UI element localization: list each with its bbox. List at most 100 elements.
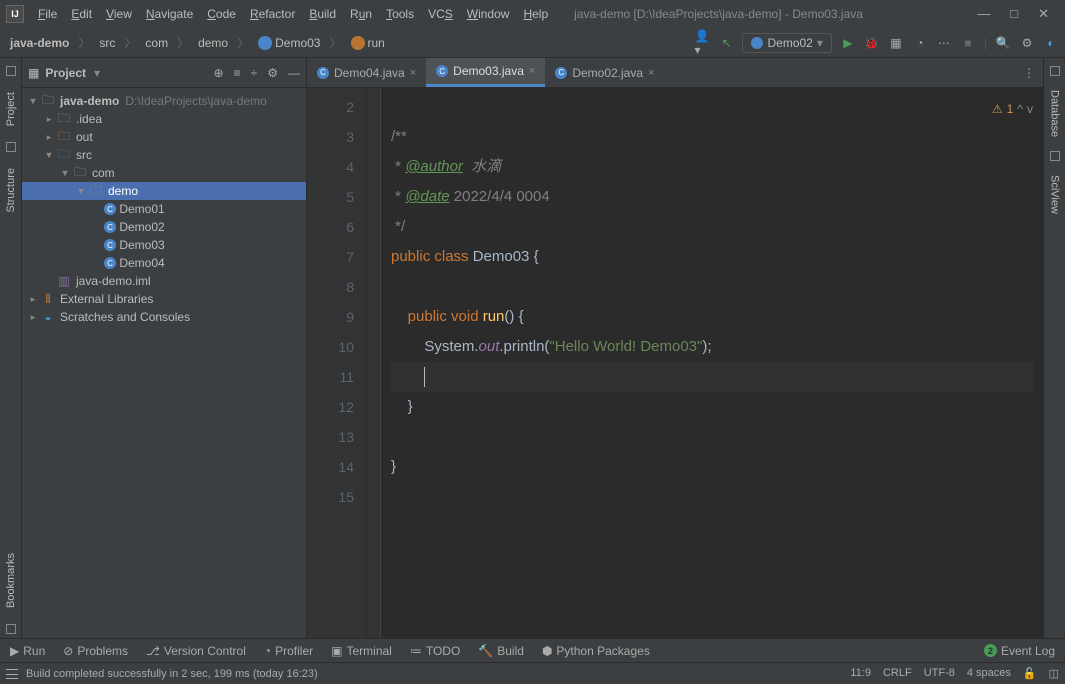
cursor-position[interactable]: 11:9 bbox=[850, 667, 871, 680]
close-icon[interactable]: ✕ bbox=[1038, 6, 1049, 22]
panel-settings-icon[interactable]: ⚙ bbox=[267, 66, 278, 80]
readonly-lock-icon[interactable]: 🔓 bbox=[1023, 667, 1037, 680]
maximize-icon[interactable]: □ bbox=[1010, 6, 1018, 22]
project-tab[interactable]: Project bbox=[2, 82, 20, 136]
menu-window[interactable]: Window bbox=[461, 4, 516, 24]
run-icon[interactable]: ▶ bbox=[840, 35, 856, 51]
minimize-icon[interactable]: — bbox=[977, 6, 990, 22]
menu-navigate[interactable]: Navigate bbox=[140, 4, 199, 24]
tree-out[interactable]: ▸🗀out bbox=[22, 128, 306, 146]
attach-icon[interactable]: ⋯ bbox=[936, 35, 952, 51]
right-tool-strip: Database SciView bbox=[1043, 58, 1065, 638]
run-tool[interactable]: ▶Run bbox=[10, 644, 45, 658]
editor-body[interactable]: 2 3 4 5 6 7 8 9 10 11 12 13 14 15 /** * … bbox=[307, 88, 1043, 638]
menu-tools[interactable]: Tools bbox=[380, 4, 420, 24]
debug-icon[interactable]: 🐞 bbox=[864, 35, 880, 51]
stop-icon[interactable]: ■ bbox=[960, 35, 976, 51]
collapse-all-icon[interactable]: ÷ bbox=[251, 66, 258, 80]
project-tool-btn[interactable]: ▦ bbox=[28, 66, 39, 80]
select-opened-icon[interactable]: ⊕ bbox=[214, 66, 224, 80]
todo-tool[interactable]: ≔TODO bbox=[410, 644, 460, 658]
tree-file-demo01[interactable]: C Demo01 bbox=[22, 200, 306, 218]
close-tab-icon[interactable]: × bbox=[648, 67, 654, 79]
java-class-icon: C bbox=[436, 65, 448, 77]
menu-code[interactable]: Code bbox=[201, 4, 242, 24]
menu-edit[interactable]: Edit bbox=[65, 4, 98, 24]
build-tool[interactable]: 🔨Build bbox=[478, 644, 524, 658]
tree-src[interactable]: ▼🗀src bbox=[22, 146, 306, 164]
bc-src[interactable]: src bbox=[95, 34, 119, 52]
python-icon: ⬢ bbox=[542, 644, 552, 658]
project-tool-icon[interactable] bbox=[6, 66, 16, 76]
python-tool[interactable]: ⬢Python Packages bbox=[542, 644, 650, 658]
tab-more-icon[interactable]: ⋮ bbox=[1015, 66, 1043, 80]
bookmarks-tool-icon[interactable] bbox=[6, 624, 16, 634]
run-config-selector[interactable]: Demo02▾ bbox=[742, 33, 831, 53]
bookmarks-tab[interactable]: Bookmarks bbox=[2, 543, 20, 618]
structure-tool-icon[interactable] bbox=[6, 142, 16, 152]
database-tool-icon[interactable] bbox=[1050, 66, 1060, 76]
indent-setting[interactable]: 4 spaces bbox=[967, 667, 1011, 680]
learn-icon[interactable]: ◐ bbox=[1043, 35, 1059, 51]
project-title[interactable]: Project bbox=[45, 66, 86, 80]
editor-area: C Demo04.java× C Demo03.java× C Demo02.j… bbox=[307, 58, 1043, 638]
problems-tool[interactable]: ⊘Problems bbox=[63, 644, 128, 658]
close-tab-icon[interactable]: × bbox=[529, 65, 535, 77]
tree-demo[interactable]: ▼🗀demo bbox=[22, 182, 306, 200]
memory-icon[interactable]: ◫ bbox=[1049, 667, 1059, 680]
tab-demo02[interactable]: C Demo02.java× bbox=[545, 60, 664, 86]
vcs-tool[interactable]: ⎇Version Control bbox=[146, 644, 246, 658]
bc-class[interactable]: Demo03 bbox=[254, 34, 324, 52]
bc-method[interactable]: run bbox=[347, 34, 389, 52]
line-ending[interactable]: CRLF bbox=[883, 667, 912, 680]
bc-com[interactable]: com bbox=[141, 34, 172, 52]
sciview-tab[interactable]: SciView bbox=[1046, 165, 1064, 224]
bc-root[interactable]: java-demo bbox=[6, 34, 73, 52]
user-icon[interactable]: 👤▾ bbox=[694, 35, 710, 51]
hide-panel-icon[interactable]: — bbox=[288, 66, 300, 80]
menu-refactor[interactable]: Refactor bbox=[244, 4, 301, 24]
app-logo: IJ bbox=[6, 5, 24, 23]
coverage-icon[interactable]: ▦ bbox=[888, 35, 904, 51]
tree-root[interactable]: ▼🗀 java-demoD:\IdeaProjects\java-demo bbox=[22, 92, 306, 110]
sciview-tool-icon[interactable] bbox=[1050, 151, 1060, 161]
toolbar-right: 👤▾ ↖ Demo02▾ ▶ 🐞 ▦ ◔ ⋯ ■ | 🔍 ⚙ ◐ bbox=[694, 33, 1059, 53]
search-icon[interactable]: 🔍 bbox=[995, 35, 1011, 51]
tree-idea[interactable]: ▸🗀.idea bbox=[22, 110, 306, 128]
tree-file-demo03[interactable]: C Demo03 bbox=[22, 236, 306, 254]
navbar: java-demo 〉 src 〉 com 〉 demo 〉 Demo03 〉 … bbox=[0, 28, 1065, 58]
project-dropdown-icon[interactable]: ▾ bbox=[94, 66, 100, 80]
terminal-tool[interactable]: ▣Terminal bbox=[331, 644, 392, 658]
menu-vcs[interactable]: VCS bbox=[422, 4, 459, 24]
inspection-badge[interactable]: ⚠ 1 ^v bbox=[992, 94, 1033, 124]
tab-demo04[interactable]: C Demo04.java× bbox=[307, 60, 426, 86]
breadcrumb: java-demo 〉 src 〉 com 〉 demo 〉 Demo03 〉 … bbox=[6, 34, 389, 52]
close-tab-icon[interactable]: × bbox=[410, 67, 416, 79]
bc-demo[interactable]: demo bbox=[194, 34, 232, 52]
structure-tab[interactable]: Structure bbox=[2, 158, 20, 223]
profile-icon[interactable]: ◔ bbox=[912, 35, 928, 51]
statusbar-menu-icon[interactable] bbox=[6, 669, 18, 679]
expand-all-icon[interactable]: ≡ bbox=[234, 66, 241, 80]
tree-file-demo02[interactable]: C Demo02 bbox=[22, 218, 306, 236]
tab-demo03[interactable]: C Demo03.java× bbox=[426, 58, 545, 87]
tree-com[interactable]: ▼🗀com bbox=[22, 164, 306, 182]
code-content[interactable]: /** * @author 水滴 * @date 2022/4/4 0004 *… bbox=[381, 88, 1043, 638]
menu-file[interactable]: File bbox=[32, 4, 63, 24]
hammer-icon[interactable]: ↖ bbox=[718, 35, 734, 51]
tree-iml[interactable]: ▥java-demo.iml bbox=[22, 272, 306, 290]
menu-view[interactable]: View bbox=[100, 4, 138, 24]
settings-icon[interactable]: ⚙ bbox=[1019, 35, 1035, 51]
profiler-tool[interactable]: ◔Profiler bbox=[264, 644, 313, 658]
menu-run[interactable]: Run bbox=[344, 4, 378, 24]
menu-help[interactable]: Help bbox=[517, 4, 554, 24]
tree-scratches[interactable]: ▸◒Scratches and Consoles bbox=[22, 308, 306, 326]
fold-strip[interactable] bbox=[367, 88, 381, 638]
database-tab[interactable]: Database bbox=[1046, 80, 1064, 147]
tree-ext-libs[interactable]: ▸⫴External Libraries bbox=[22, 290, 306, 308]
tree-file-demo04[interactable]: C Demo04 bbox=[22, 254, 306, 272]
event-log-tool[interactable]: 2 Event Log bbox=[984, 644, 1055, 658]
menu-build[interactable]: Build bbox=[303, 4, 342, 24]
file-encoding[interactable]: UTF-8 bbox=[924, 667, 955, 680]
java-class-icon: C bbox=[317, 67, 329, 79]
